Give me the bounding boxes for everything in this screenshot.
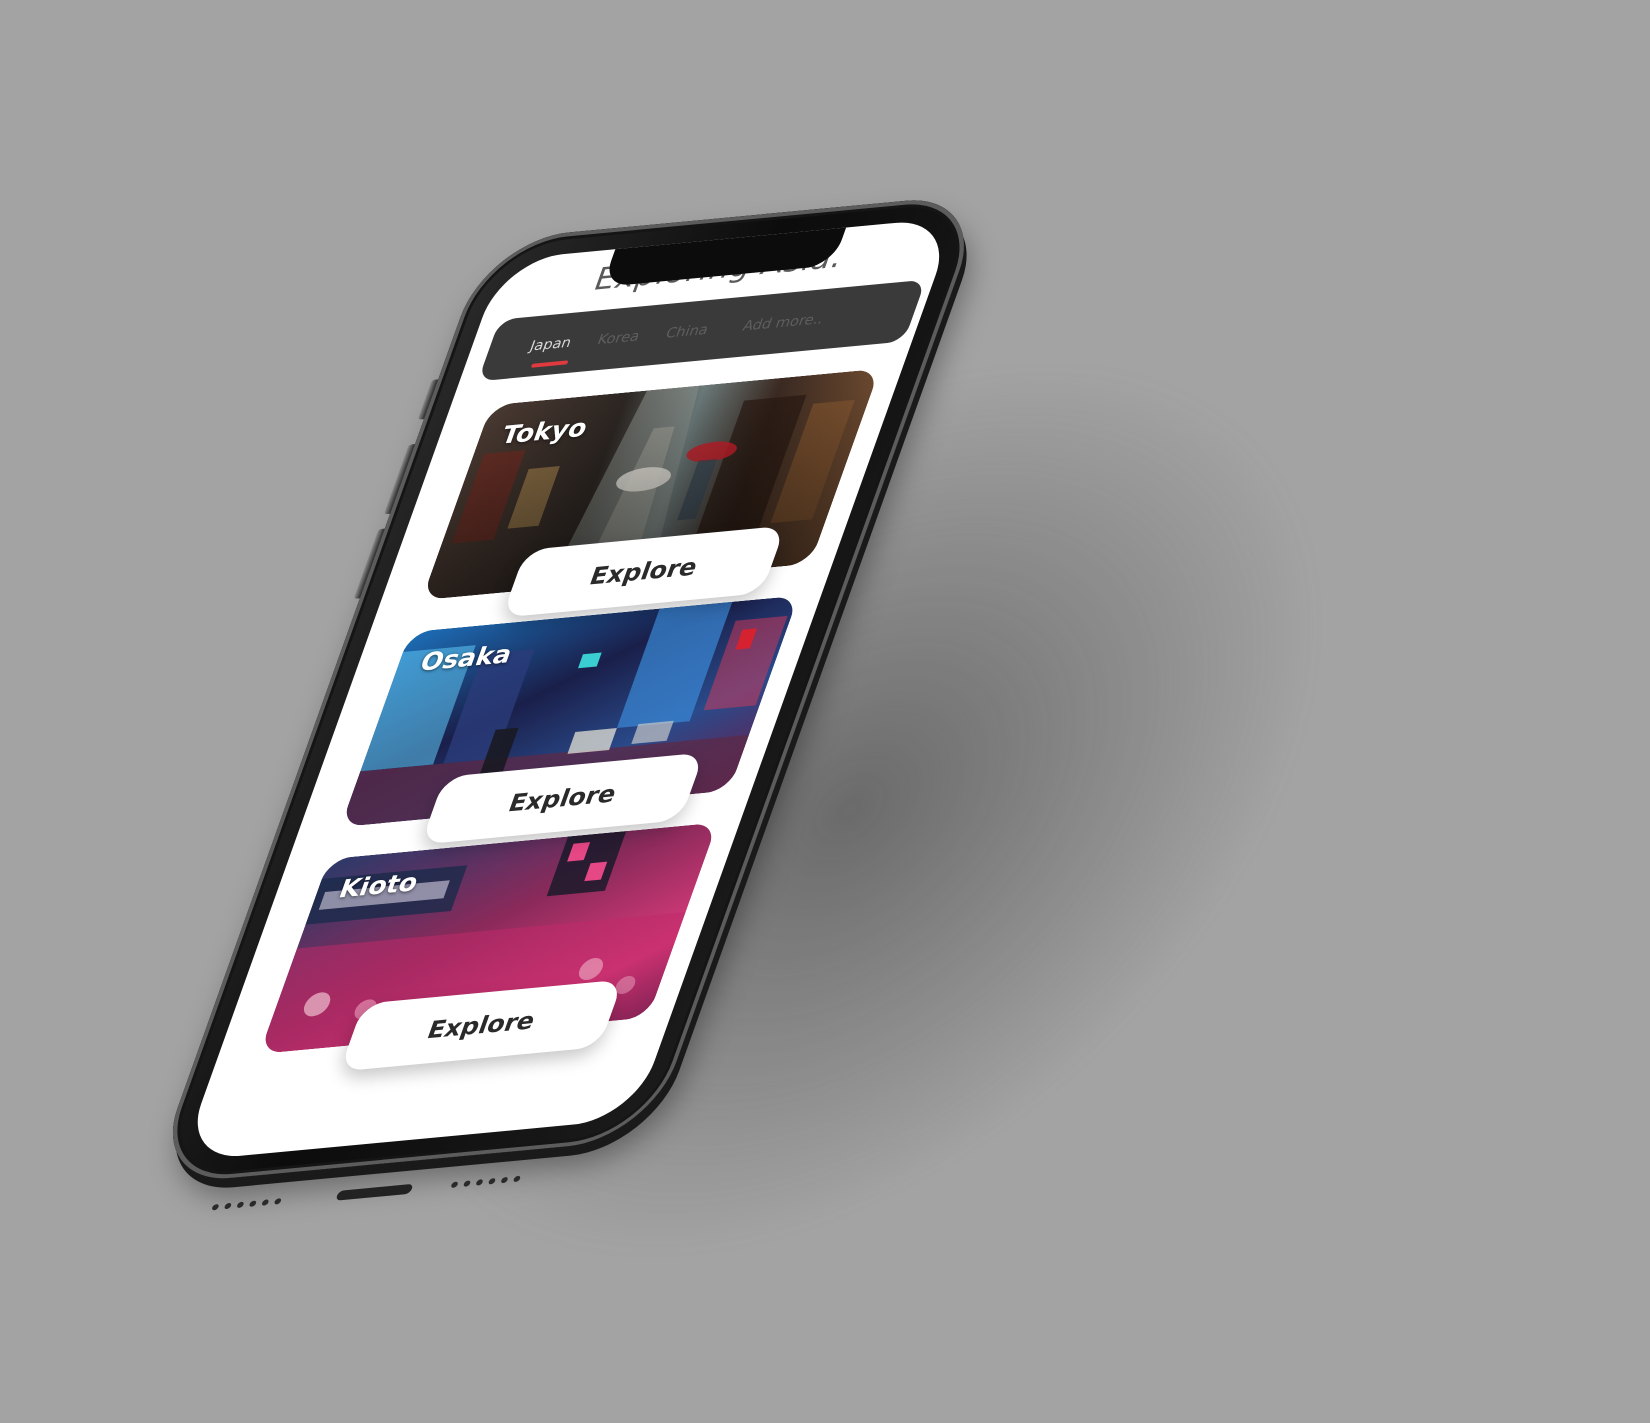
phone-mockup: Exploring Asia. Japan Korea China Add mo…	[0, 0, 1650, 1423]
speaker-grille-left	[211, 1198, 282, 1212]
tab-japan[interactable]: Japan	[527, 333, 575, 357]
tab-china[interactable]: China	[663, 320, 712, 344]
tab-add-more[interactable]: Add more..	[740, 309, 827, 336]
phone-device: Exploring Asia. Japan Korea China Add mo…	[149, 193, 988, 1211]
tab-korea[interactable]: Korea	[594, 326, 642, 350]
explore-button-label: Explore	[504, 779, 621, 818]
explore-button-label: Explore	[585, 552, 702, 591]
city-card-osaka[interactable]: Osaka Explore	[340, 595, 799, 845]
charging-port	[335, 1183, 414, 1201]
speaker-grille-right	[450, 1175, 522, 1190]
city-card-kioto[interactable]: Kioto Explore	[259, 822, 718, 1072]
city-card-tokyo[interactable]: Tokyo Explore	[421, 368, 881, 618]
explore-button-label: Explore	[423, 1006, 540, 1045]
phone-screen: Exploring Asia. Japan Korea China Add mo…	[180, 217, 957, 1162]
